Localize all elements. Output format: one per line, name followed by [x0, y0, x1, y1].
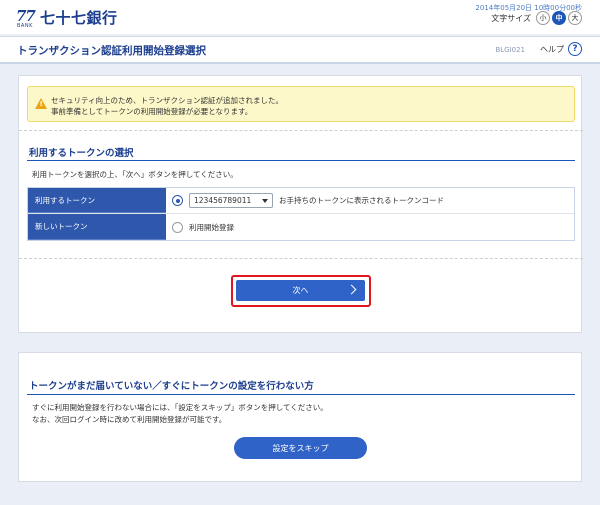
help-icon: ? — [568, 42, 582, 56]
skip-instruction-2: なお、次回ログイン時に改めて利用開始登録が可能です。 — [32, 415, 227, 424]
skip-instruction-1: すぐに利用開始登録を行わない場合には、「設定をスキップ」ボタンを押してください。 — [32, 403, 328, 412]
logo-bank-text: BANK — [17, 23, 33, 29]
section-rule — [27, 160, 575, 161]
page-title: トランザクション認証利用開始登録選択 — [17, 45, 206, 57]
warning-icon — [35, 98, 47, 109]
token-code-hint: お手持ちのトークンに表示されるトークンコード — [279, 196, 444, 205]
label-current-token: 利用するトークン — [28, 188, 166, 213]
form-row-current-token: 利用するトークン 123456789011 お手持ちのトークンに表示されるトーク… — [28, 188, 574, 214]
chevron-down-icon — [262, 198, 268, 203]
value-current-token: 123456789011 お手持ちのトークンに表示されるトークンコード — [166, 188, 574, 213]
next-button-highlight: 次へ — [231, 275, 371, 307]
font-size-label: 文字サイズ — [491, 13, 531, 23]
divider — [19, 258, 583, 259]
security-notice: セキュリティ向上のため、トランザクション認証が追加されました。 事前準備としてト… — [27, 86, 575, 122]
notice-line-2: 事前準備としてトークンの利用開始登録が必要となります。 — [51, 107, 253, 116]
value-new-token: 利用開始登録 — [166, 214, 574, 240]
font-size-small-button[interactable]: 小 — [536, 11, 550, 25]
new-token-option-label[interactable]: 利用開始登録 — [189, 222, 234, 233]
bank-name: 七十七銀行 — [40, 9, 118, 27]
skip-setup-card: トークンがまだ届いていない／すぐにトークンの設定を行わない方 すぐに利用開始登録… — [18, 352, 582, 482]
logo-number: 77 — [16, 7, 36, 25]
screen-id: BLGI021 — [495, 46, 525, 54]
token-form-table: 利用するトークン 123456789011 お手持ちのトークンに表示されるトーク… — [27, 187, 575, 241]
token-code-value: 123456789011 — [194, 196, 252, 205]
label-new-token: 新しいトークン — [28, 214, 166, 240]
section-title-token: 利用するトークンの選択 — [29, 148, 134, 159]
next-button-label: 次へ — [292, 286, 309, 295]
logo-mark: 77 BANK — [16, 9, 38, 31]
help-label: ヘルプ — [540, 44, 564, 54]
section-title-skip: トークンがまだ届いていない／すぐにトークンの設定を行わない方 — [29, 381, 314, 392]
font-size-switcher: 文字サイズ 小 中 大 — [491, 11, 582, 25]
font-size-medium-button[interactable]: 中 — [552, 11, 566, 25]
title-bar: トランザクション認証利用開始登録選択 BLGI021 ヘルプ ? — [0, 36, 600, 64]
help-link[interactable]: ヘルプ ? — [540, 42, 582, 56]
font-size-large-button[interactable]: 大 — [568, 11, 582, 25]
form-row-new-token: 新しいトークン 利用開始登録 — [28, 214, 574, 240]
token-selection-card: セキュリティ向上のため、トランザクション認証が追加されました。 事前準備としてト… — [18, 75, 583, 333]
section-rule — [27, 394, 575, 395]
bank-logo[interactable]: 77 BANK 七十七銀行 — [16, 9, 118, 31]
radio-new-token[interactable] — [172, 221, 183, 233]
notice-line-1: セキュリティ向上のため、トランザクション認証が追加されました。 — [51, 96, 284, 105]
token-code-select[interactable]: 123456789011 — [189, 193, 273, 208]
next-button[interactable]: 次へ — [236, 280, 365, 301]
top-header: 77 BANK 七十七銀行 2014年05月20日 10時00分00秒 文字サイ… — [0, 0, 600, 34]
skip-button-label: 設定をスキップ — [272, 443, 329, 453]
divider — [19, 130, 583, 131]
token-instruction: 利用トークンを選択の上、「次へ」ボタンを押してください。 — [32, 170, 238, 179]
skip-setup-button[interactable]: 設定をスキップ — [234, 437, 367, 459]
chevron-right-icon — [346, 284, 357, 295]
radio-current-token[interactable] — [172, 195, 183, 206]
